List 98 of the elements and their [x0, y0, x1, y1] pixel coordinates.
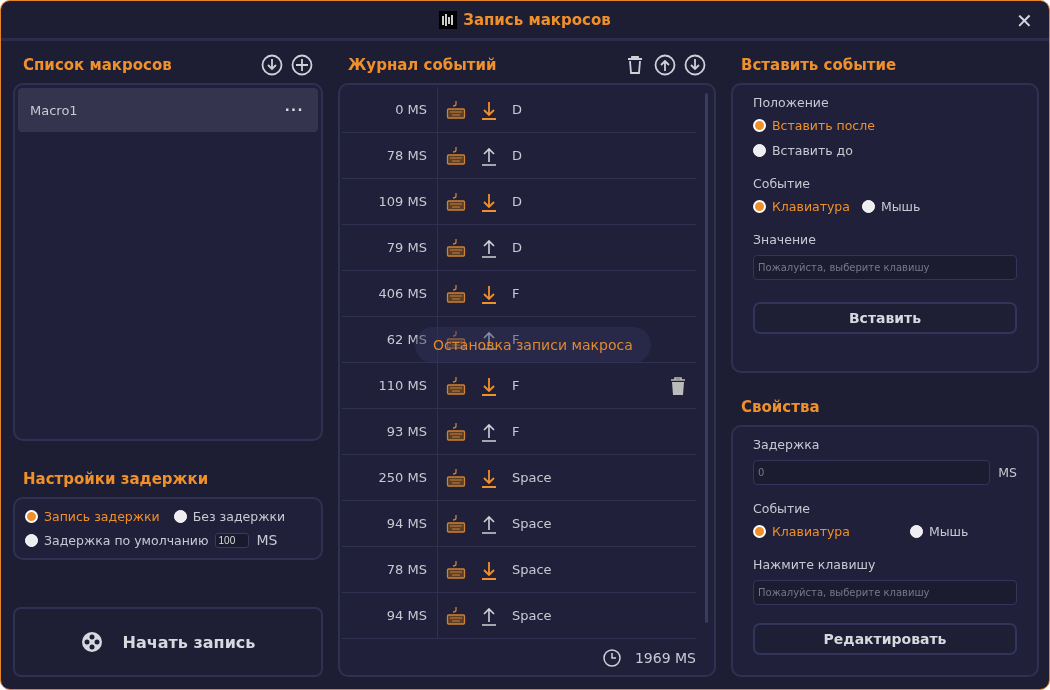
delay-text: 78 MS	[385, 148, 428, 163]
keyboard-icon	[446, 559, 466, 580]
radio-button[interactable]	[909, 525, 923, 538]
more-button[interactable]: ···	[279, 100, 310, 120]
macro-name: Macro1	[30, 102, 78, 118]
section-title: Список макросов	[22, 56, 172, 74]
key-input-field[interactable]: Пожалуйста, выберите клавишу	[753, 580, 1017, 605]
radio-button[interactable]	[753, 525, 766, 538]
keyboard-icon	[446, 375, 466, 396]
unit-label: MS	[998, 465, 1017, 480]
start-recording-button[interactable]: Начать запись	[13, 607, 323, 677]
key-text: Space	[512, 470, 552, 485]
delay-text: 94 MS	[385, 608, 428, 623]
macro-item[interactable]: Macro1 ···	[18, 88, 318, 132]
edit-button[interactable]: Редактировать	[753, 623, 1017, 655]
download-icon[interactable]	[261, 54, 283, 76]
key-down-arrow-icon	[480, 283, 498, 304]
radio-option[interactable]: Вставить после	[753, 118, 1017, 133]
unit-label: MS	[256, 532, 278, 548]
key-text: F	[512, 286, 520, 301]
section-title: Вставить событие	[740, 56, 897, 74]
keyboard-icon	[446, 467, 466, 488]
delay-input[interactable]: 100	[214, 532, 249, 548]
key-text: Space	[512, 516, 552, 531]
key-down-arrow-icon	[480, 375, 498, 396]
key-text: F	[512, 378, 520, 393]
radio-button[interactable]	[753, 119, 766, 132]
key-up-arrow-icon	[480, 145, 498, 166]
clock-icon	[602, 649, 621, 667]
radio-button[interactable]	[861, 200, 875, 213]
key-down-arrow-icon	[480, 467, 498, 488]
field-label: Нажмите клавишу	[753, 557, 877, 572]
download-icon[interactable]	[684, 54, 706, 76]
delay-text: 94 MS	[385, 516, 428, 531]
radio-option[interactable]: Задержка по умолчанию	[25, 532, 209, 548]
key-text: D	[512, 240, 522, 255]
radio-option[interactable]: Без задержки	[173, 509, 286, 524]
delay-text: 79 MS	[385, 240, 428, 255]
section-title: Свойства	[740, 398, 820, 416]
key-up-arrow-icon	[480, 513, 498, 534]
key-up-arrow-icon	[480, 605, 498, 626]
total-time: 1969 MS	[634, 650, 696, 666]
key-down-arrow-icon	[480, 99, 498, 120]
radio-option[interactable]: Клавиатура	[753, 199, 850, 214]
keyboard-icon	[446, 145, 466, 166]
key-text: D	[512, 194, 522, 209]
radio-option[interactable]: Мышь	[861, 199, 921, 214]
key-input-field[interactable]: Пожалуйста, выберите клавишу	[753, 255, 1017, 280]
field-label: Событие	[753, 501, 812, 516]
insert-button[interactable]: Вставить	[753, 302, 1017, 334]
keyboard-icon	[446, 421, 466, 442]
key-text: Space	[512, 608, 552, 623]
section-title: Журнал событий	[347, 56, 497, 74]
radio-button[interactable]	[753, 200, 766, 213]
delay-text: 406 MS	[377, 286, 428, 301]
trash-icon[interactable]	[670, 376, 686, 395]
field-label: Событие	[753, 176, 812, 191]
key-up-arrow-icon	[480, 421, 498, 442]
key-up-arrow-icon	[480, 237, 498, 258]
radio-button[interactable]	[25, 533, 38, 547]
radio-button[interactable]	[25, 510, 38, 523]
delay-input-field[interactable]: 0	[753, 460, 991, 485]
radio-option[interactable]: Клавиатура	[753, 524, 850, 539]
film-reel-icon	[80, 631, 103, 653]
scrollbar[interactable]	[705, 93, 708, 623]
keyboard-icon	[446, 99, 466, 120]
keyboard-icon	[446, 237, 466, 258]
delay-text: 110 MS	[377, 378, 428, 393]
key-down-arrow-icon	[480, 559, 498, 580]
radio-option[interactable]: Запись задержки	[25, 509, 160, 524]
keyboard-icon	[446, 283, 466, 304]
add-icon[interactable]	[291, 54, 313, 76]
delay-text: 78 MS	[385, 562, 428, 577]
key-down-arrow-icon	[480, 191, 498, 212]
delay-text: 109 MS	[377, 194, 428, 209]
keyboard-icon	[446, 605, 466, 626]
field-label: Значение	[753, 232, 817, 247]
section-title: Настройки задержки	[22, 470, 209, 488]
radio-button[interactable]	[173, 510, 187, 523]
field-label: Положение	[753, 95, 830, 110]
key-text: F	[512, 424, 520, 439]
upload-icon[interactable]	[654, 54, 676, 76]
keyboard-icon	[446, 191, 466, 212]
keyboard-icon	[446, 513, 466, 534]
delay-text: 93 MS	[385, 424, 428, 439]
radio-button[interactable]	[753, 144, 766, 157]
key-text: D	[512, 102, 522, 117]
window-title: Запись макросов	[463, 10, 611, 29]
radio-option[interactable]: Мышь	[909, 524, 969, 539]
radio-option[interactable]: Вставить до	[753, 143, 1017, 158]
close-button[interactable]: ✕	[1012, 9, 1037, 33]
field-label: Задержка	[753, 437, 821, 452]
delay-text: 0 MS	[394, 102, 428, 117]
delay-text: 62 MS	[385, 332, 428, 347]
equalizer-logo-icon	[439, 10, 458, 29]
key-text: D	[512, 148, 522, 163]
delay-text: 250 MS	[377, 470, 428, 485]
key-text: Space	[512, 562, 552, 577]
